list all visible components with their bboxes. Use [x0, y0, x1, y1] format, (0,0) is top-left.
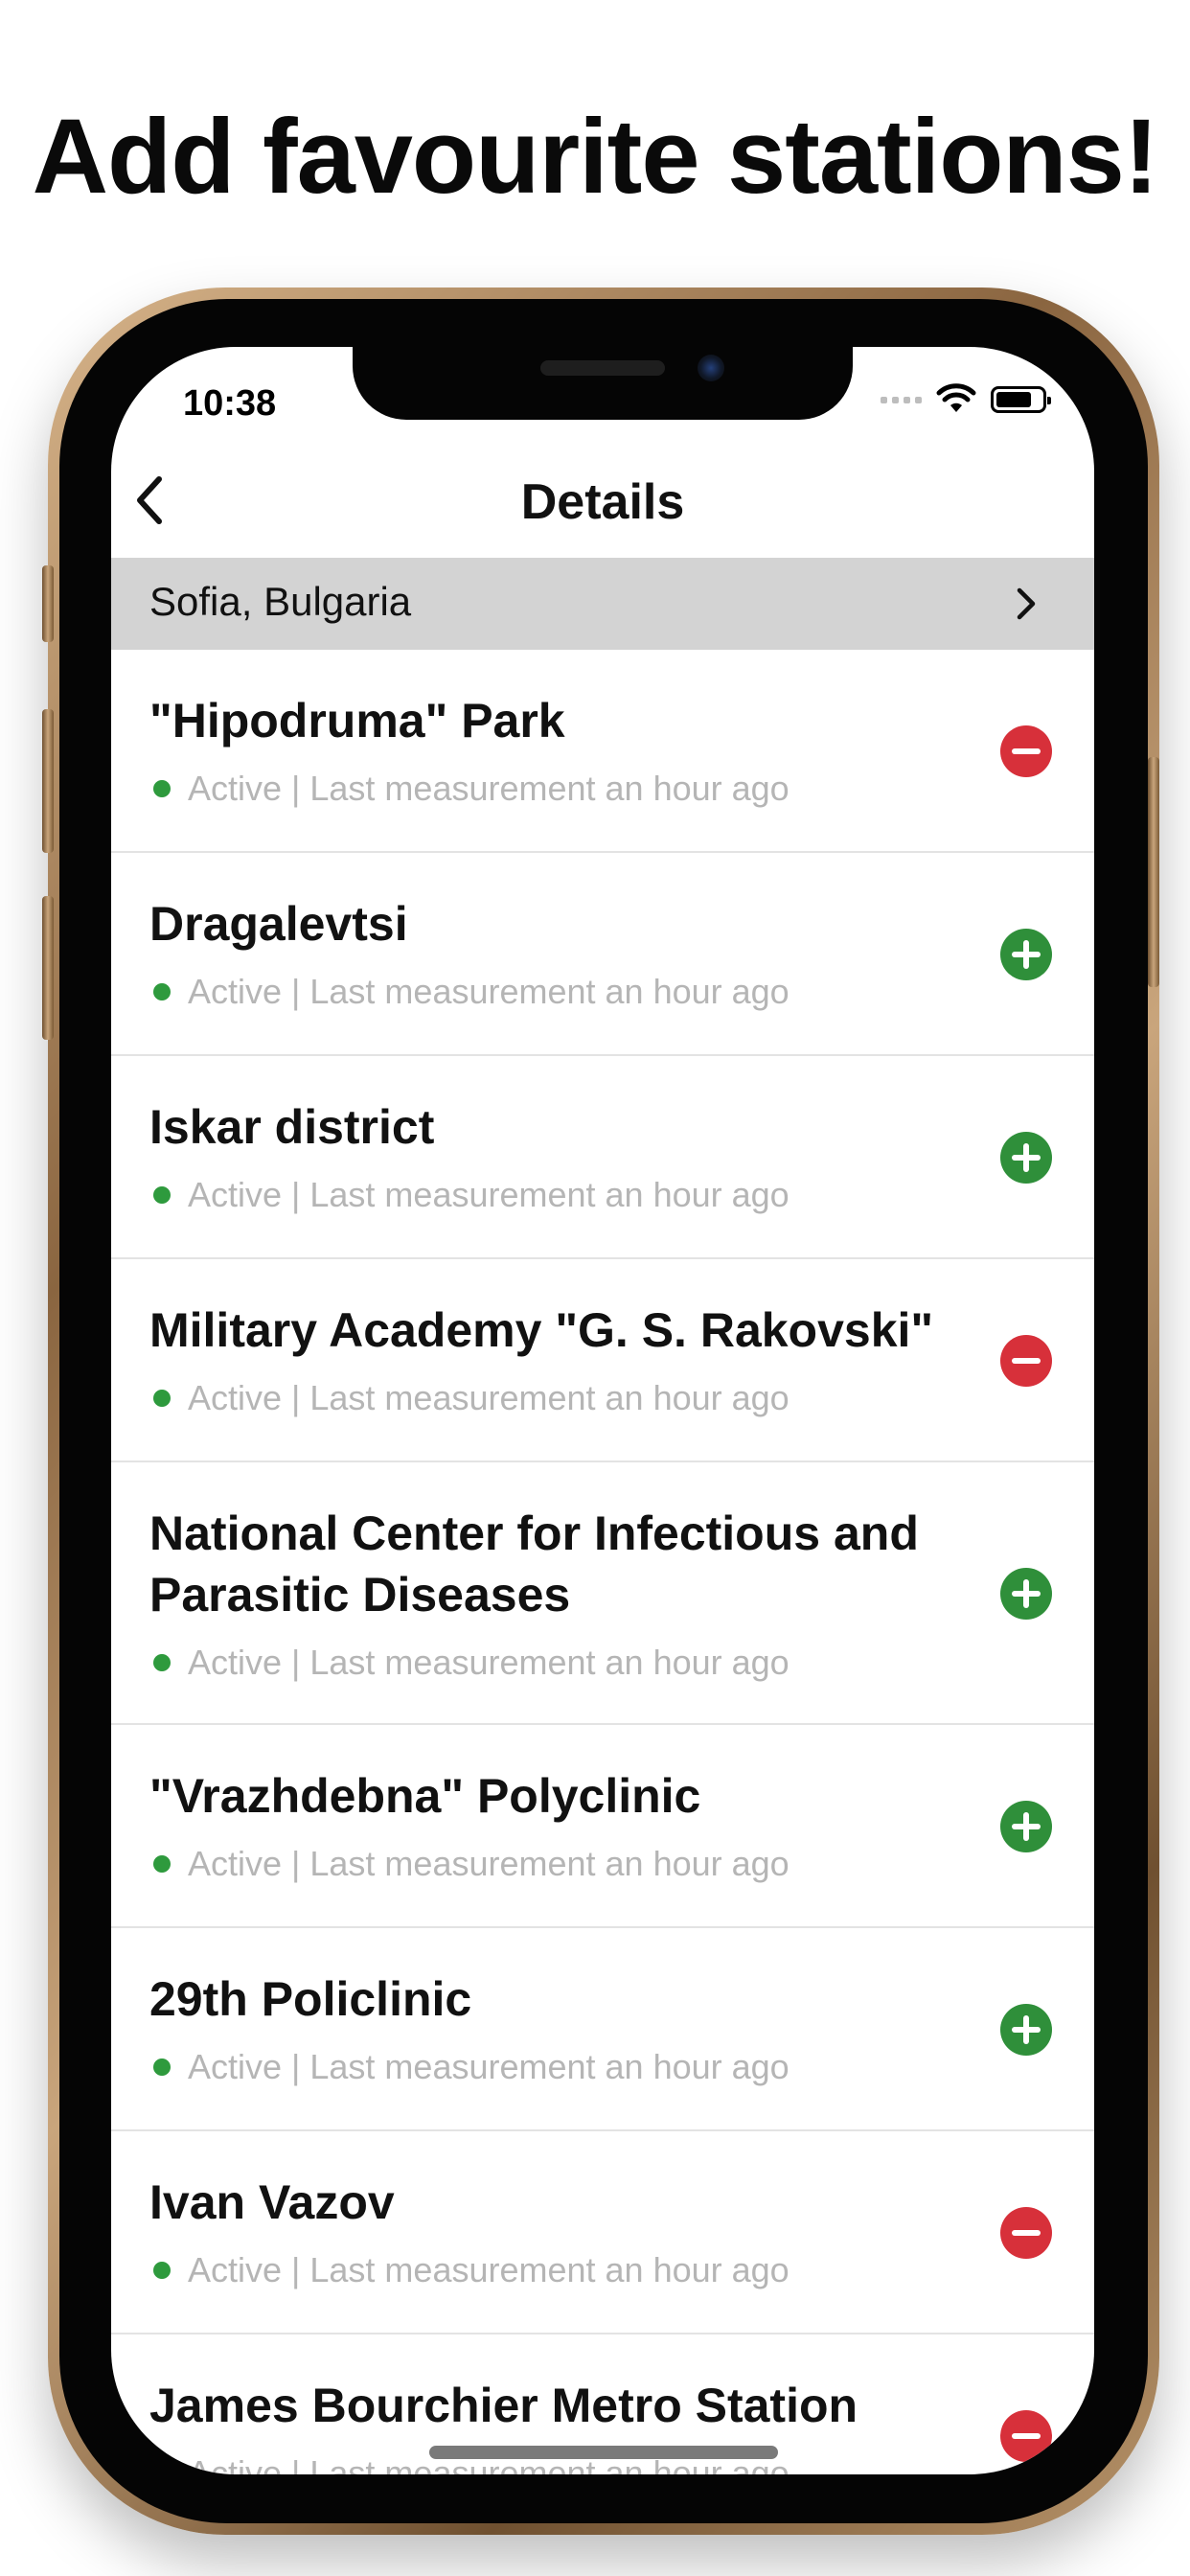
status-dot-icon: [153, 1654, 171, 1671]
status-time: 10:38: [183, 383, 277, 424]
speaker-grille: [540, 360, 665, 376]
status-dot-icon: [153, 2058, 171, 2076]
add-favourite-button[interactable]: [1000, 929, 1052, 980]
station-row[interactable]: Military Academy "G. S. Rakovski" Active …: [111, 1259, 1094, 1462]
phone-screen: 10:38 Details Sofia, Bulgaria "Hipodruma…: [111, 347, 1094, 2474]
station-row[interactable]: Dragalevtsi Active | Last measurement an …: [111, 853, 1094, 1056]
plus-icon: [1012, 1143, 1041, 1172]
station-status-text: Active | Last measurement an hour ago: [188, 1175, 790, 1214]
station-status-text: Active | Last measurement an hour ago: [188, 2250, 790, 2289]
battery-icon: [991, 386, 1051, 413]
station-status: Active | Last measurement an hour ago: [149, 769, 790, 809]
station-status: Active | Last measurement an hour ago: [149, 1378, 790, 1418]
station-name: "Vrazhdebna" Polyclinic: [149, 1769, 701, 1823]
station-status: Active | Last measurement an hour ago: [149, 1844, 790, 1884]
status-dot-icon: [153, 2262, 171, 2279]
add-favourite-button[interactable]: [1000, 1568, 1052, 1620]
add-favourite-button[interactable]: [1000, 2004, 1052, 2056]
chevron-right-icon: [1017, 587, 1036, 620]
status-dot-icon: [153, 2465, 171, 2474]
minus-icon: [1012, 1358, 1041, 1364]
plus-icon: [1012, 1812, 1041, 1841]
station-status-text: Active | Last measurement an hour ago: [188, 1844, 790, 1883]
station-name: James Bourchier Metro Station: [149, 2379, 858, 2432]
station-name: 29th Policlinic: [149, 1972, 472, 2026]
promo-headline: Add favourite stations!: [32, 98, 1159, 216]
station-row[interactable]: Iskar district Active | Last measurement …: [111, 1056, 1094, 1259]
plus-icon: [1012, 1579, 1041, 1608]
status-dot-icon: [153, 1855, 171, 1873]
station-row[interactable]: "Vrazhdebna" Polyclinic Active | Last mea…: [111, 1725, 1094, 1928]
remove-favourite-button[interactable]: [1000, 1335, 1052, 1387]
plus-icon: [1012, 940, 1041, 969]
station-status-text: Active | Last measurement an hour ago: [188, 1643, 790, 1682]
minus-icon: [1012, 748, 1041, 754]
status-dot-icon: [153, 983, 171, 1000]
volume-up-button: [42, 709, 54, 853]
minus-icon: [1012, 2230, 1041, 2236]
status-dot-icon: [153, 1186, 171, 1204]
notch: [353, 347, 853, 420]
station-status-text: Active | Last measurement an hour ago: [188, 1378, 790, 1417]
page-title: Details: [520, 474, 685, 530]
remove-favourite-button[interactable]: [1000, 2410, 1052, 2462]
home-indicator: [429, 2446, 778, 2459]
silent-switch: [42, 565, 54, 642]
station-status: Active | Last measurement an hour ago: [149, 1175, 790, 1215]
station-status: Active | Last measurement an hour ago: [149, 2047, 790, 2087]
station-status-text: Active | Last measurement an hour ago: [188, 972, 790, 1011]
station-status: Active | Last measurement an hour ago: [149, 1643, 790, 1683]
station-name: Ivan Vazov: [149, 2175, 395, 2229]
add-favourite-button[interactable]: [1000, 1132, 1052, 1184]
remove-favourite-button[interactable]: [1000, 2207, 1052, 2259]
station-status-text: Active | Last measurement an hour ago: [188, 2047, 790, 2086]
location-label: Sofia, Bulgaria: [149, 579, 412, 624]
minus-icon: [1012, 2433, 1041, 2439]
front-camera: [698, 355, 724, 381]
navigation-bar: Details: [111, 452, 1094, 548]
station-name: Dragalevtsi: [149, 897, 408, 951]
add-favourite-button[interactable]: [1000, 1801, 1052, 1852]
power-button: [1148, 757, 1159, 987]
remove-favourite-button[interactable]: [1000, 725, 1052, 777]
station-row[interactable]: Ivan Vazov Active | Last measurement an h…: [111, 2131, 1094, 2334]
signal-icon: [881, 396, 922, 403]
station-name: Iskar district: [149, 1100, 435, 1154]
wifi-icon: [936, 383, 976, 412]
status-dot-icon: [153, 780, 171, 797]
station-name: National Center for Infectious and Paras…: [149, 1506, 919, 1622]
plus-icon: [1012, 2015, 1041, 2044]
volume-down-button: [42, 896, 54, 1040]
location-selector[interactable]: Sofia, Bulgaria: [111, 558, 1094, 650]
station-list: "Hipodruma" Park Active | Last measuremen…: [111, 650, 1094, 2474]
station-name: Military Academy "G. S. Rakovski": [149, 1303, 934, 1357]
station-status-text: Active | Last measurement an hour ago: [188, 769, 790, 808]
station-row[interactable]: 29th Policlinic Active | Last measurement…: [111, 1928, 1094, 2131]
station-row[interactable]: "Hipodruma" Park Active | Last measuremen…: [111, 650, 1094, 853]
station-status: Active | Last measurement an hour ago: [149, 972, 790, 1012]
station-name: "Hipodruma" Park: [149, 694, 565, 748]
station-status: Active | Last measurement an hour ago: [149, 2250, 790, 2290]
station-row[interactable]: National Center for Infectious and Paras…: [111, 1462, 1094, 1725]
status-dot-icon: [153, 1390, 171, 1407]
status-icons: [881, 383, 1051, 416]
